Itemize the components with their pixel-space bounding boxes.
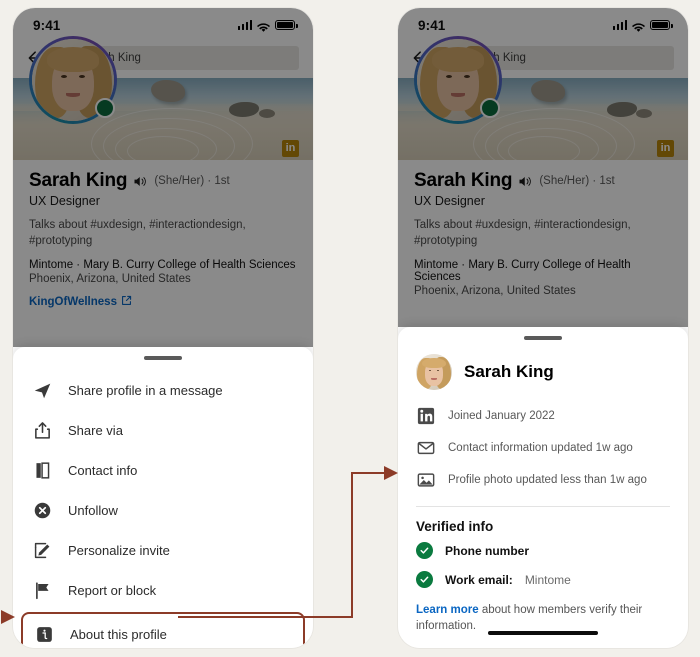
- action-menu: Share profile in a message Share via Con…: [13, 360, 313, 648]
- menu-item-label: Personalize invite: [68, 542, 170, 558]
- menu-item-personalize-invite[interactable]: Personalize invite: [13, 530, 313, 570]
- pronouns-and-degree: (She/Her) · 1st: [154, 175, 230, 187]
- phone-screen-left: 9:41 King in Sarah King (She/Her) · 1st …: [13, 8, 313, 648]
- pencil-square-icon: [31, 539, 53, 561]
- about-fact-list: Joined January 2022 Contact information …: [398, 394, 688, 496]
- verified-item-label: Work email:: [445, 572, 513, 587]
- page-title: Sarah King: [29, 170, 128, 191]
- action-bottom-sheet: Share profile in a message Share via Con…: [13, 347, 313, 648]
- page-title: Sarah King: [414, 170, 513, 191]
- battery-icon: [650, 20, 673, 30]
- linkedin-icon: in: [657, 140, 674, 157]
- external-link-icon: [121, 295, 132, 309]
- linkedin-icon: [416, 407, 435, 426]
- envelope-icon: [416, 439, 435, 458]
- dimmed-profile-background-right: 9:41 King in Sarah King (She/Her) · 1st …: [398, 8, 688, 327]
- verified-item-label: Phone number: [445, 543, 530, 558]
- profile-name-row: Sarah King (She/Her) · 1st: [29, 170, 297, 192]
- menu-item-share-profile-in-a-message[interactable]: Share profile in a message: [13, 370, 313, 410]
- profile-headline: UX Designer: [414, 194, 485, 208]
- list-item: Profile photo updated less than 1w ago: [416, 464, 670, 496]
- status-clock: 9:41: [33, 17, 61, 33]
- list-item-label: Joined January 2022: [448, 410, 555, 422]
- status-icon-group: [237, 20, 298, 32]
- avatar[interactable]: [414, 36, 502, 124]
- phone-mockup-right: 9:41 King in Sarah King (She/Her) · 1st …: [398, 8, 688, 648]
- info-square-icon: [33, 623, 55, 645]
- menu-item-contact-info[interactable]: Contact info: [13, 450, 313, 490]
- verified-item-value: Mintome: [524, 572, 571, 587]
- linkedin-icon: in: [282, 140, 299, 157]
- menu-item-unfollow[interactable]: Unfollow: [13, 490, 313, 530]
- list-item-label: Profile photo updated less than 1w ago: [448, 474, 647, 486]
- contact-card-icon: [31, 459, 53, 481]
- about-header: Sarah King: [398, 340, 688, 394]
- verified-info-heading: Verified info: [416, 519, 494, 534]
- check-circle-icon: [416, 542, 433, 559]
- menu-item-share-via[interactable]: Share via: [13, 410, 313, 450]
- profile-website-label: KingOfWellness: [29, 296, 117, 309]
- verified-item-work-email: Work email: Mintome: [398, 565, 688, 594]
- status-clock: 9:41: [418, 17, 446, 33]
- learn-more-text: Learn more about how members verify thei…: [398, 594, 688, 634]
- list-item: Contact information updated 1w ago: [416, 432, 670, 464]
- verified-item-phone-number: Phone number: [398, 536, 688, 565]
- diagram-canvas: 9:41 King in Sarah King (She/Her) · 1st …: [0, 0, 700, 657]
- menu-item-label: Unfollow: [68, 502, 118, 518]
- flag-icon: [31, 579, 53, 601]
- phone-mockup-left: 9:41 King in Sarah King (She/Her) · 1st …: [13, 8, 313, 648]
- profile-name-row: Sarah King (She/Her) · 1st: [414, 170, 672, 192]
- pronouns-and-degree: (She/Her) · 1st: [539, 175, 615, 187]
- avatar: [416, 354, 452, 390]
- list-item-label: Contact information updated 1w ago: [448, 442, 633, 454]
- check-circle-icon: [416, 571, 433, 588]
- menu-item-label: Share via: [68, 422, 123, 438]
- profile-company-school: Mintome · Mary B. Curry College of Healt…: [29, 259, 296, 272]
- name-pronunciation-icon[interactable]: [133, 175, 148, 188]
- about-this-profile-sheet: Sarah King Joined January 2022 Contact i…: [398, 327, 688, 648]
- battery-icon: [275, 20, 298, 30]
- photo-icon: [416, 471, 435, 490]
- profile-company-school: Mintome · Mary B. Curry College of Healt…: [414, 259, 631, 284]
- dimmed-profile-background-left: 9:41 King in Sarah King (She/Her) · 1st …: [13, 8, 313, 347]
- share-upload-icon: [31, 419, 53, 441]
- profile-headline: UX Designer: [29, 194, 100, 208]
- profile-info: Sarah King (She/Her) · 1st UX Designer T…: [13, 160, 313, 309]
- status-icon-group: [612, 20, 673, 32]
- online-status-icon: [480, 98, 500, 118]
- menu-item-label: About this profile: [70, 626, 167, 642]
- home-indicator: [488, 631, 598, 635]
- send-icon: [31, 379, 53, 401]
- profile-location: Phoenix, Arizona, United States: [414, 285, 576, 298]
- name-pronunciation-icon[interactable]: [518, 175, 533, 188]
- wifi-icon: [257, 20, 270, 32]
- list-item: Joined January 2022: [416, 400, 670, 432]
- menu-item-label: Report or block: [68, 582, 157, 598]
- profile-talks-about: Talks about #uxdesign, #interactiondesig…: [414, 219, 631, 247]
- x-circle-icon: [31, 499, 53, 521]
- avatar[interactable]: [29, 36, 117, 124]
- cellular-signal-icon: [237, 20, 252, 30]
- profile-website-link[interactable]: KingOfWellness: [29, 295, 297, 309]
- wifi-icon: [632, 20, 645, 32]
- profile-location: Phoenix, Arizona, United States: [29, 273, 191, 286]
- profile-info: Sarah King (She/Her) · 1st UX Designer T…: [398, 160, 688, 297]
- menu-item-label: Share profile in a message: [68, 382, 223, 398]
- cellular-signal-icon: [612, 20, 627, 30]
- menu-item-report-or-block[interactable]: Report or block: [13, 570, 313, 610]
- menu-item-label: Contact info: [68, 462, 138, 478]
- learn-more-link[interactable]: Learn more: [416, 604, 479, 616]
- menu-item-about-this-profile[interactable]: About this profile: [21, 612, 305, 648]
- about-name: Sarah King: [464, 362, 554, 381]
- online-status-icon: [95, 98, 115, 118]
- phone-screen-right: 9:41 King in Sarah King (She/Her) · 1st …: [398, 8, 688, 648]
- profile-talks-about: Talks about #uxdesign, #interactiondesig…: [29, 219, 246, 247]
